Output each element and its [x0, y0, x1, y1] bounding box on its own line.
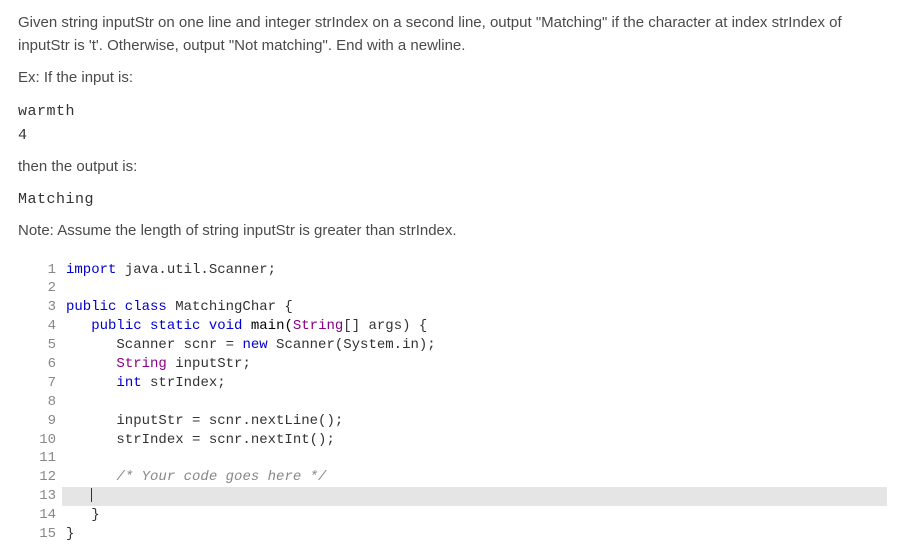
line-number: 8 [36, 393, 62, 412]
code-content[interactable]: } [62, 506, 887, 525]
line-number: 3 [36, 298, 62, 317]
code-line[interactable]: 10 strIndex = scnr.nextInt(); [36, 431, 887, 450]
line-number: 15 [36, 525, 62, 544]
line-number: 11 [36, 449, 62, 468]
code-line[interactable]: 5 Scanner scnr = new Scanner(System.in); [36, 336, 887, 355]
code-content[interactable]: } [62, 525, 887, 544]
line-number: 6 [36, 355, 62, 374]
code-content[interactable]: import java.util.Scanner; [62, 261, 887, 280]
line-number: 9 [36, 412, 62, 431]
line-number: 13 [36, 487, 62, 506]
line-number: 1 [36, 261, 62, 280]
example-then: then the output is: [18, 156, 887, 179]
code-line[interactable]: 13 [36, 487, 887, 506]
problem-container: Given string inputStr on one line and in… [0, 0, 905, 556]
code-line[interactable]: 14 } [36, 506, 887, 525]
code-line[interactable]: 3public class MatchingChar { [36, 298, 887, 317]
line-number: 10 [36, 431, 62, 450]
code-content[interactable] [62, 393, 887, 412]
line-number: 4 [36, 317, 62, 336]
code-content[interactable] [62, 449, 887, 468]
code-line[interactable]: 9 inputStr = scnr.nextLine(); [36, 412, 887, 431]
code-content[interactable]: public static void main(String[] args) { [62, 317, 887, 336]
line-number: 7 [36, 374, 62, 393]
example-output: Matching [18, 188, 887, 212]
code-line[interactable]: 2 [36, 279, 887, 298]
code-content[interactable]: String inputStr; [62, 355, 887, 374]
code-line[interactable]: 8 [36, 393, 887, 412]
line-number: 5 [36, 336, 62, 355]
code-content[interactable]: Scanner scnr = new Scanner(System.in); [62, 336, 887, 355]
example-input-line2: 4 [18, 124, 887, 148]
code-content[interactable] [62, 487, 887, 506]
description-text-1: Given string inputStr on one line and in… [18, 14, 842, 31]
example-input-line1: warmth [18, 100, 887, 124]
line-number: 14 [36, 506, 62, 525]
example-input: warmth 4 [18, 100, 887, 148]
code-editor[interactable]: 1import java.util.Scanner;23public class… [36, 261, 887, 544]
code-content[interactable]: inputStr = scnr.nextLine(); [62, 412, 887, 431]
problem-note: Note: Assume the length of string inputS… [18, 220, 887, 243]
text-cursor [91, 488, 92, 502]
line-number: 2 [36, 279, 62, 298]
description-text-2: inputStr is 't'. Otherwise, output "Not … [18, 37, 465, 54]
code-line[interactable]: 4 public static void main(String[] args)… [36, 317, 887, 336]
code-line[interactable]: 1import java.util.Scanner; [36, 261, 887, 280]
problem-description: Given string inputStr on one line and in… [18, 12, 887, 57]
code-content[interactable]: strIndex = scnr.nextInt(); [62, 431, 887, 450]
example-intro: Ex: If the input is: [18, 67, 887, 90]
code-line[interactable]: 6 String inputStr; [36, 355, 887, 374]
code-content[interactable]: int strIndex; [62, 374, 887, 393]
line-number: 12 [36, 468, 62, 487]
code-line[interactable]: 12 /* Your code goes here */ [36, 468, 887, 487]
code-content[interactable]: public class MatchingChar { [62, 298, 887, 317]
code-content[interactable] [62, 279, 887, 298]
code-content[interactable]: /* Your code goes here */ [62, 468, 887, 487]
code-line[interactable]: 7 int strIndex; [36, 374, 887, 393]
code-line[interactable]: 11 [36, 449, 887, 468]
code-line[interactable]: 15} [36, 525, 887, 544]
